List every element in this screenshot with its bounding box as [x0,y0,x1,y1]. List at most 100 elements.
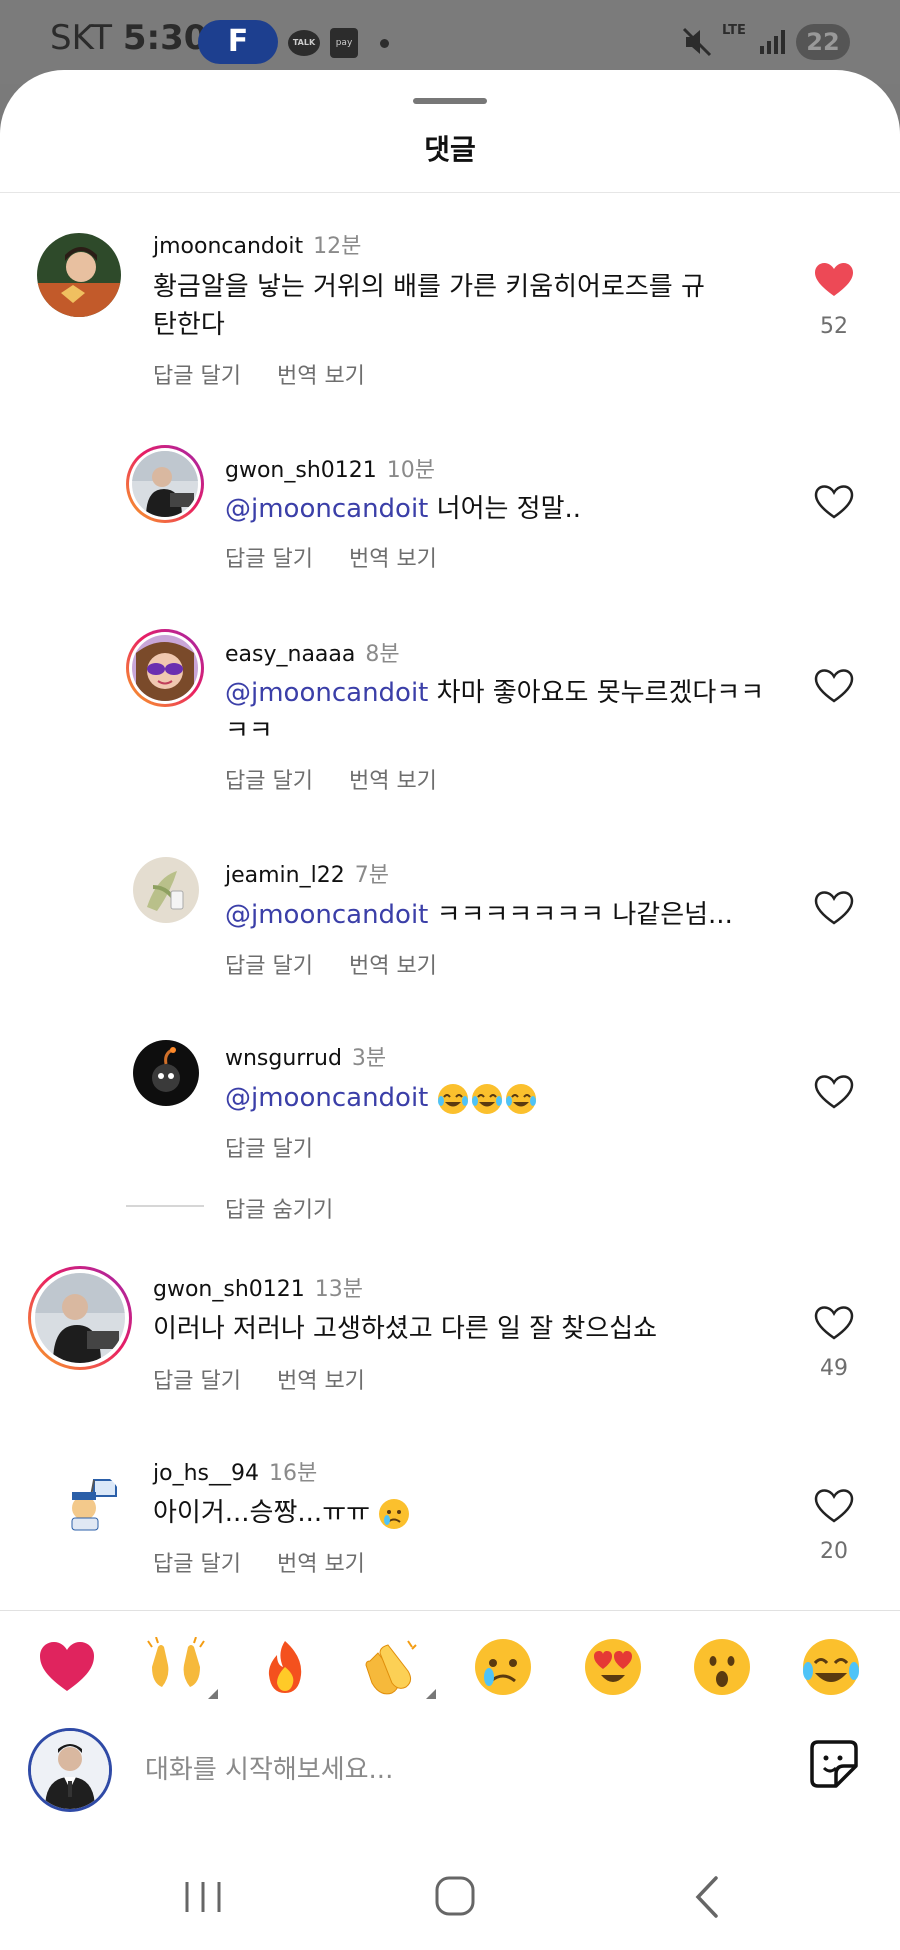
comment-actions: 답글 달기 번역 보기 [153,1546,401,1578]
comment-text: @jmooncandoit 너어는 정말.. [225,490,785,528]
reply-button[interactable]: 답글 달기 [225,954,313,979]
username-text[interactable]: gwon_sh0121 [153,1277,305,1302]
username-text[interactable]: jeamin_l22 [225,863,345,888]
pay-notification-icon: pay [330,28,358,58]
hide-replies-line [126,1205,204,1207]
carrier-label: SKT [50,18,113,58]
reply-button[interactable]: 답글 달기 [225,1137,313,1162]
avatar[interactable] [58,1472,122,1536]
reaction-tears-of-joy-face-icon[interactable] [801,1637,861,1697]
comment-text: @jmooncandoit 차마 좋아요도 못누르겠다ㅋㅋㅋㅋ [225,674,785,750]
sticker-icon[interactable] [808,1738,860,1790]
network-type-label: LTE [722,23,746,38]
comment-input[interactable] [145,1748,645,1792]
comment-actions: 답글 달기 번역 보기 [153,1363,401,1395]
reaction-crying-face-icon[interactable] [473,1637,533,1697]
comment-time: 7분 [354,863,389,888]
comment-body: 아이거...승짱...ㅠㅠ [153,1498,371,1528]
comment-text: @jmooncandoit ㅋㅋㅋㅋㅋㅋㅋ 나같은넘... [225,896,785,934]
username-text[interactable]: jmooncandoit [153,234,303,259]
reply-button[interactable]: 답글 달기 [225,769,313,794]
mute-icon [682,27,712,57]
comment-username[interactable]: gwon_sh0121 10분 [225,452,435,484]
like-heart-outline-icon[interactable] [814,1074,854,1110]
avatar[interactable] [37,233,121,317]
reply-button[interactable]: 답글 달기 [225,547,313,572]
comment-text: @jmooncandoit [225,1079,785,1117]
username-text[interactable]: jo_hs__94 [153,1461,259,1486]
translate-button[interactable]: 번역 보기 [349,769,437,794]
reaction-surprised-face-icon[interactable] [692,1637,752,1697]
comment-text: 이러나 저러나 고생하셨고 다른 일 잘 찾으십쇼 [153,1314,658,1344]
like-heart-outline-icon[interactable] [814,484,854,520]
reaction-fire-icon[interactable] [255,1637,315,1697]
reply-button[interactable]: 답글 달기 [153,1369,241,1394]
reply-button[interactable]: 답글 달기 [153,364,241,389]
avatar-photo [31,1731,109,1809]
sheet-drag-handle[interactable] [413,98,487,104]
comment-username[interactable]: easy_naaaa 8분 [225,636,400,668]
comment-username[interactable]: jo_hs__94 16분 [153,1455,317,1487]
reaction-clapping-hands-icon[interactable] [364,1637,436,1699]
avatar [132,635,198,701]
title-divider [0,192,900,193]
my-avatar[interactable] [28,1728,112,1812]
story-ring[interactable] [28,1266,132,1370]
mention-link[interactable]: @jmooncandoit [225,494,428,524]
username-text[interactable]: wnsgurrud [225,1046,342,1071]
avatar-photo [133,857,199,923]
translate-button[interactable]: 번역 보기 [349,954,437,979]
reaction-heart-icon[interactable] [37,1637,97,1697]
crying-face-emoji-icon [379,1498,410,1529]
comment-username[interactable]: jeamin_l22 7분 [225,857,389,889]
translate-button[interactable]: 번역 보기 [277,1552,365,1577]
comment-username[interactable]: gwon_sh0121 13분 [153,1271,363,1303]
comment-actions: 답글 달기 번역 보기 [225,763,473,795]
like-heart-outline-icon[interactable] [814,890,854,926]
home-icon[interactable] [425,1872,485,1922]
comment-text: 아이거...승짱...ㅠㅠ [153,1494,713,1532]
comment-actions: 답글 달기 [225,1131,349,1163]
avatar[interactable] [133,857,199,923]
reply-button[interactable]: 답글 달기 [153,1552,241,1577]
translate-button[interactable]: 번역 보기 [277,364,365,389]
hide-replies-button[interactable]: 답글 숨기기 [225,1192,333,1224]
avatar-photo [35,1273,125,1363]
reaction-bar-divider [0,1610,900,1611]
username-text[interactable]: easy_naaaa [225,642,355,667]
reaction-heart-eyes-face-icon[interactable] [583,1637,643,1697]
comment-time: 10분 [386,458,435,483]
like-heart-outline-icon[interactable] [814,668,854,704]
like-heart-outline-icon[interactable] [814,1488,854,1524]
story-ring[interactable] [126,445,204,523]
translate-button[interactable]: 번역 보기 [349,547,437,572]
reaction-raised-hands-icon[interactable] [146,1637,218,1699]
translate-button[interactable]: 번역 보기 [277,1369,365,1394]
signal-icon [760,30,785,54]
avatar [35,1273,125,1363]
avatar-photo [58,1472,122,1536]
comment-time: 16분 [268,1461,318,1486]
comments-sheet: 댓글 [0,70,900,1950]
avatar[interactable] [133,1040,199,1106]
comment-username[interactable]: wnsgurrud 3분 [225,1040,386,1072]
sheet-title: 댓글 [424,133,476,166]
story-ring[interactable] [126,629,204,707]
comment-time: 13분 [314,1277,363,1302]
comment-actions: 답글 달기 번역 보기 [153,358,401,390]
tears-of-joy-icon [437,1083,468,1114]
avatar-photo [37,233,121,317]
like-count: 49 [820,1356,848,1381]
mention-link[interactable]: @jmooncandoit [225,678,428,708]
mention-link[interactable]: @jmooncandoit [225,900,428,930]
recent-apps-icon[interactable] [173,1872,233,1922]
comment-body: 너어는 정말.. [436,494,582,524]
like-heart-filled-icon[interactable] [814,262,854,298]
mention-link[interactable]: @jmooncandoit [225,1083,428,1113]
comment-time: 8분 [365,642,400,667]
like-heart-outline-icon[interactable] [814,1305,854,1341]
back-icon[interactable] [678,1872,738,1922]
more-notifications-dot-icon [380,39,389,48]
username-text[interactable]: gwon_sh0121 [225,458,377,483]
comment-username[interactable]: jmooncandoit 12분 [153,228,361,260]
